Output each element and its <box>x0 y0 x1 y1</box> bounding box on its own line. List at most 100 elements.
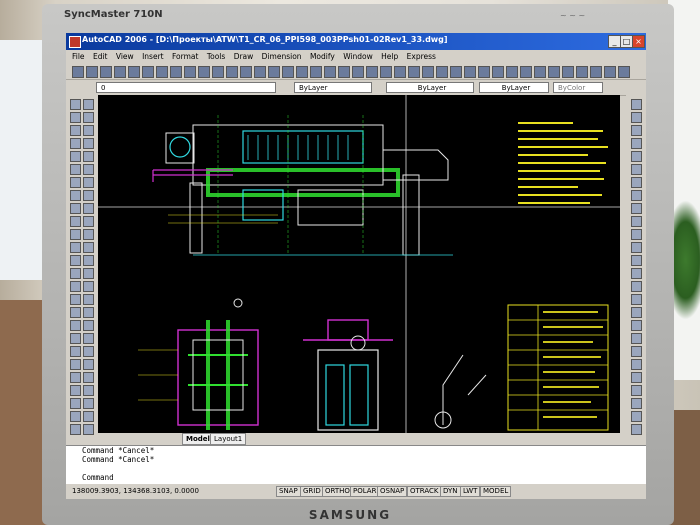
draw-tool-icon[interactable] <box>83 268 94 279</box>
toolbar-button-icon[interactable] <box>506 66 518 78</box>
toolbar-button-icon[interactable] <box>72 66 84 78</box>
draw-tool-icon[interactable] <box>83 112 94 123</box>
toolbar-button-icon[interactable] <box>394 66 406 78</box>
polar-toggle[interactable]: POLAR <box>350 486 380 497</box>
draw-tool-icon[interactable] <box>70 333 81 344</box>
toolbar-button-icon[interactable] <box>240 66 252 78</box>
draw-tool-icon[interactable] <box>70 255 81 266</box>
draw-tool-icon[interactable] <box>70 398 81 409</box>
draw-tool-icon[interactable] <box>83 281 94 292</box>
drawing-canvas[interactable] <box>98 95 620 433</box>
draw-tool-icon[interactable] <box>83 307 94 318</box>
draw-tool-icon[interactable] <box>70 99 81 110</box>
palette-tool-icon[interactable] <box>631 255 642 266</box>
command-line[interactable]: Command *Cancel* Command *Cancel* Comman… <box>66 445 646 484</box>
palette-tool-icon[interactable] <box>631 320 642 331</box>
palette-tool-icon[interactable] <box>631 333 642 344</box>
palette-tool-icon[interactable] <box>631 125 642 136</box>
snap-toggle[interactable]: SNAP <box>276 486 301 497</box>
draw-tool-icon[interactable] <box>70 281 81 292</box>
toolbar-button-icon[interactable] <box>254 66 266 78</box>
osnap-toggle[interactable]: OSNAP <box>377 486 408 497</box>
draw-tool-icon[interactable] <box>83 151 94 162</box>
menu-tools[interactable]: Tools <box>207 52 225 61</box>
draw-tool-icon[interactable] <box>83 411 94 422</box>
draw-tool-icon[interactable] <box>83 359 94 370</box>
palette-tool-icon[interactable] <box>631 294 642 305</box>
menu-help[interactable]: Help <box>381 52 398 61</box>
draw-tool-icon[interactable] <box>70 385 81 396</box>
draw-tool-icon[interactable] <box>83 203 94 214</box>
draw-tool-icon[interactable] <box>70 294 81 305</box>
toolbar-button-icon[interactable] <box>142 66 154 78</box>
menu-dimension[interactable]: Dimension <box>262 52 302 61</box>
command-prompt[interactable]: Command <box>66 473 646 482</box>
toolbar-button-icon[interactable] <box>576 66 588 78</box>
draw-tool-icon[interactable] <box>83 294 94 305</box>
toolbar-button-icon[interactable] <box>86 66 98 78</box>
draw-tool-icon[interactable] <box>70 424 81 435</box>
model-toggle[interactable]: MODEL <box>480 486 512 497</box>
draw-tool-icon[interactable] <box>70 307 81 318</box>
palette-tool-icon[interactable] <box>631 268 642 279</box>
draw-tool-icon[interactable] <box>70 229 81 240</box>
draw-tool-icon[interactable] <box>70 372 81 383</box>
palette-tool-icon[interactable] <box>631 99 642 110</box>
toolbar-button-icon[interactable] <box>114 66 126 78</box>
draw-tool-icon[interactable] <box>83 138 94 149</box>
draw-tool-icon[interactable] <box>70 268 81 279</box>
palette-tool-icon[interactable] <box>631 242 642 253</box>
toolbar-button-icon[interactable] <box>156 66 168 78</box>
layer-dropdown[interactable]: 0 <box>96 82 276 93</box>
palette-tool-icon[interactable] <box>631 138 642 149</box>
draw-tool-icon[interactable] <box>83 424 94 435</box>
toolbar-button-icon[interactable] <box>170 66 182 78</box>
toolbar-button-icon[interactable] <box>212 66 224 78</box>
palette-tool-icon[interactable] <box>631 424 642 435</box>
draw-tool-icon[interactable] <box>83 177 94 188</box>
otrack-toggle[interactable]: OTRACK <box>407 486 442 497</box>
draw-tool-icon[interactable] <box>70 164 81 175</box>
menu-insert[interactable]: Insert <box>142 52 164 61</box>
draw-tool-icon[interactable] <box>70 151 81 162</box>
toolbar-button-icon[interactable] <box>380 66 392 78</box>
menu-modify[interactable]: Modify <box>310 52 335 61</box>
draw-tool-icon[interactable] <box>83 216 94 227</box>
toolbar-button-icon[interactable] <box>478 66 490 78</box>
draw-tool-icon[interactable] <box>70 320 81 331</box>
draw-tool-icon[interactable] <box>70 112 81 123</box>
ortho-toggle[interactable]: ORTHO <box>322 486 353 497</box>
menu-draw[interactable]: Draw <box>234 52 254 61</box>
draw-tool-icon[interactable] <box>83 255 94 266</box>
palette-tool-icon[interactable] <box>631 307 642 318</box>
toolbar-button-icon[interactable] <box>268 66 280 78</box>
palette-tool-icon[interactable] <box>631 112 642 123</box>
autocad-app-icon[interactable] <box>69 36 81 48</box>
draw-tool-icon[interactable] <box>70 203 81 214</box>
toolbar-button-icon[interactable] <box>562 66 574 78</box>
toolbar-button-icon[interactable] <box>100 66 112 78</box>
toolbar-button-icon[interactable] <box>464 66 476 78</box>
palette-tool-icon[interactable] <box>631 203 642 214</box>
palette-tool-icon[interactable] <box>631 385 642 396</box>
dyn-toggle[interactable]: DYN <box>440 486 461 497</box>
tab-layout1[interactable]: Layout1 <box>210 433 247 445</box>
menu-file[interactable]: File <box>72 52 85 61</box>
menu-format[interactable]: Format <box>172 52 198 61</box>
lineweight-dropdown[interactable]: ByLayer <box>479 82 549 93</box>
toolbar-button-icon[interactable] <box>296 66 308 78</box>
toolbar-button-icon[interactable] <box>198 66 210 78</box>
palette-tool-icon[interactable] <box>631 190 642 201</box>
toolbar-button-icon[interactable] <box>324 66 336 78</box>
palette-tool-icon[interactable] <box>631 411 642 422</box>
toolbar-button-icon[interactable] <box>590 66 602 78</box>
palette-tool-icon[interactable] <box>631 151 642 162</box>
palette-tool-icon[interactable] <box>631 359 642 370</box>
toolbar-button-icon[interactable] <box>128 66 140 78</box>
linetype-dropdown[interactable]: ByLayer <box>386 82 474 93</box>
draw-tool-icon[interactable] <box>70 242 81 253</box>
toolbar-button-icon[interactable] <box>422 66 434 78</box>
draw-tool-icon[interactable] <box>83 125 94 136</box>
palette-tool-icon[interactable] <box>631 216 642 227</box>
menu-edit[interactable]: Edit <box>93 52 108 61</box>
